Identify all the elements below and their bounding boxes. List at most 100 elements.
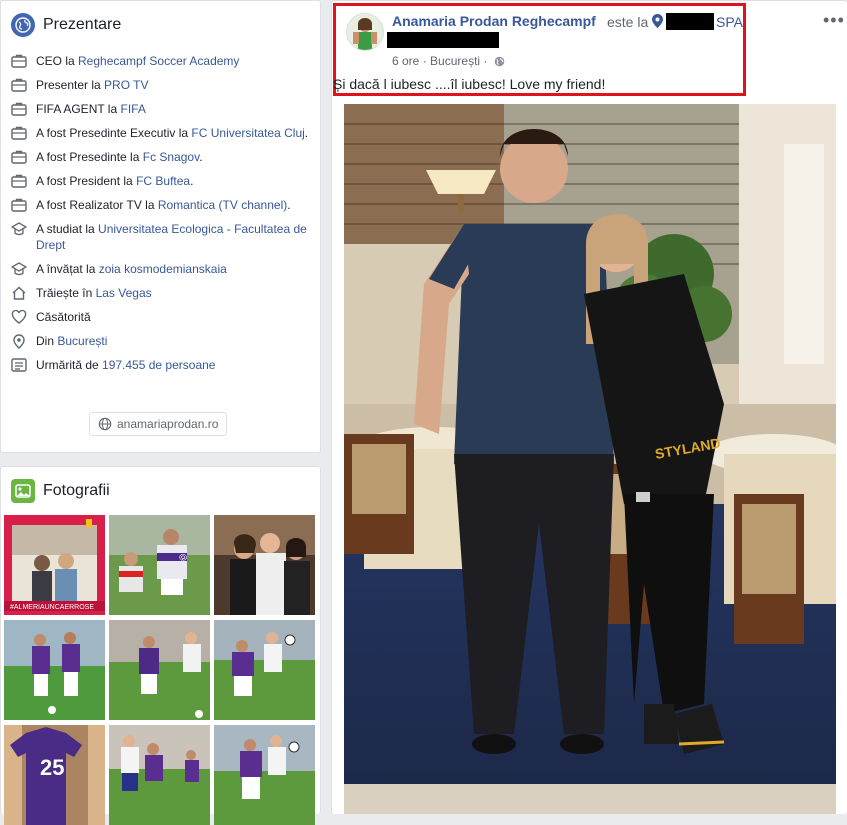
intro-item: A fost Presedinte Executiv la FC Univers… [11,125,310,141]
redacted-text [387,32,499,48]
intro-item-text: Căsătorită [36,309,91,325]
globe-icon [11,13,35,37]
intro-list: CEO la Reghecampf Soccer Academy Presente… [1,53,320,373]
intro-item-suffix: . [199,150,203,164]
photo-caption: #ALMERIAUNCAERROSE [10,604,94,611]
intro-item-text: A fost President la FC Buftea. [36,173,193,189]
intro-panel: Prezentare CEO la Reghecampf Soccer Acad… [0,0,321,453]
intro-item-text: A învățat la zoia kosmodemianskaia [36,261,227,277]
post-photo[interactable]: STYLAND [344,104,836,814]
intro-item: Căsătorită [11,309,310,325]
intro-title: Prezentare [43,16,122,33]
intro-item-prefix: Din [36,334,58,348]
meta-separator: · [422,54,427,68]
post-place-suffix[interactable]: SPA [716,14,743,30]
feed-icon [11,357,27,373]
post-options-icon[interactable]: ••• [823,10,845,31]
intro-item-text: Din București [36,333,107,349]
public-globe-icon[interactable] [494,56,505,67]
intro-item-link[interactable]: Romantica (TV channel) [158,198,287,212]
intro-item-text: CEO la Reghecampf Soccer Academy [36,53,239,69]
intro-item-link[interactable]: Fc Snagov [143,150,199,164]
post-text: Și dacă l iubesc ....îl iubesc! Love my … [333,76,606,92]
redacted-place [666,13,714,30]
website-link[interactable]: anamariaprodan.ro [89,412,228,436]
jersey-number: 25 [40,755,64,780]
globe-icon [98,417,112,431]
intro-item-prefix: Trăiește în [36,286,96,300]
post-city[interactable]: București [430,54,480,68]
photo-thumbnail[interactable] [214,515,315,615]
post-author-name[interactable]: Anamaria Prodan Reghecampf [392,13,596,29]
intro-item: Urmărită de 197.455 de persoane [11,357,310,373]
location-pin-icon [652,14,663,28]
intro-item-prefix: A fost President la [36,174,137,188]
briefcase-icon [11,125,27,141]
intro-item-prefix: Urmărită de [36,358,103,372]
photos-header: Fotografii [1,467,320,503]
intro-item-link[interactable]: Reghecampf Soccer Academy [78,54,239,68]
intro-item-prefix: A fost Realizator TV la [36,198,158,212]
intro-item-link[interactable]: FIFA [120,102,145,116]
intro-item-link[interactable]: zoia kosmodemianskaia [99,262,227,276]
briefcase-icon [11,53,27,69]
briefcase-icon [11,173,27,189]
intro-item-text: Urmărită de 197.455 de persoane [36,357,215,373]
intro-item: A fost President la FC Buftea. [11,173,310,189]
photos-title: Fotografii [43,482,110,499]
intro-item-text: A fost Realizator TV la Romantica (TV ch… [36,197,291,213]
intro-item-prefix: Presenter la [36,78,105,92]
intro-item-text: A fost Presedinte la Fc Snagov. [36,149,203,165]
photo-thumbnail[interactable] [214,620,315,720]
intro-item: A fost Realizator TV la Romantica (TV ch… [11,197,310,213]
intro-item-prefix: A studiat la [36,222,99,236]
post-time[interactable]: 6 ore [392,54,419,68]
intro-item-text: A fost Presedinte Executiv la FC Univers… [36,125,308,141]
intro-item-text: A studiat la Universitatea Ecologica - F… [36,221,310,253]
intro-item-suffix: . [304,126,309,140]
intro-item: FIFA AGENT la FIFA [11,101,310,117]
intro-item-prefix: A învățat la [36,262,99,276]
briefcase-icon [11,101,27,117]
intro-item-text: Presenter la PRO TV [36,77,149,93]
intro-item: Presenter la PRO TV [11,77,310,93]
intro-item: CEO la Reghecampf Soccer Academy [11,53,310,69]
intro-item-prefix: A fost Presedinte Executiv la [36,126,192,140]
briefcase-icon [11,149,27,165]
intro-item-link[interactable]: FC Universitatea Cluj [191,126,304,140]
photo-thumbnail[interactable]: @... [109,515,210,615]
intro-item-link[interactable]: PRO TV [104,78,148,92]
intro-item-prefix: CEO la [36,54,79,68]
intro-item: A fost Presedinte la Fc Snagov. [11,149,310,165]
photo-thumbnail[interactable] [109,725,210,825]
photo-thumbnail[interactable]: 25 [4,725,105,825]
post-meta: 6 ore · București · [392,54,505,68]
intro-item-link[interactable]: 197.455 de persoane [102,358,215,372]
intro-item-link[interactable]: FC Buftea [136,174,190,188]
photo-icon [11,479,35,503]
photo-thumbnail[interactable]: #ALMERIAUNCAERROSE [4,515,105,615]
photo-thumbnail[interactable] [214,725,315,825]
intro-item: A studiat la Universitatea Ecologica - F… [11,221,310,253]
intro-item-link[interactable]: Las Vegas [96,286,152,300]
photo-thumbnail[interactable] [109,620,210,720]
intro-item-text: Trăiește în Las Vegas [36,285,152,301]
intro-item: Din București [11,333,310,349]
home-icon [11,285,27,301]
photos-panel: Fotografii #ALMERIAUNCAERROSE @... 25 [0,466,321,825]
briefcase-icon [11,197,27,213]
meta-separator: · [483,54,488,68]
photo-thumbnail[interactable] [4,620,105,720]
briefcase-icon [11,77,27,93]
intro-item: A învățat la zoia kosmodemianskaia [11,261,310,277]
intro-item-link[interactable]: București [57,334,107,348]
author-avatar[interactable] [346,13,384,51]
intro-item-prefix: FIFA AGENT la [36,102,121,116]
intro-item-suffix: . [190,174,194,188]
intro-header: Prezentare [1,1,320,37]
intro-item-text: FIFA AGENT la FIFA [36,101,146,117]
intro-item-prefix: Căsătorită [36,310,91,324]
heart-icon [11,309,27,325]
website-label[interactable]: anamariaprodan.ro [117,417,218,431]
graduation-cap-icon [11,221,27,237]
